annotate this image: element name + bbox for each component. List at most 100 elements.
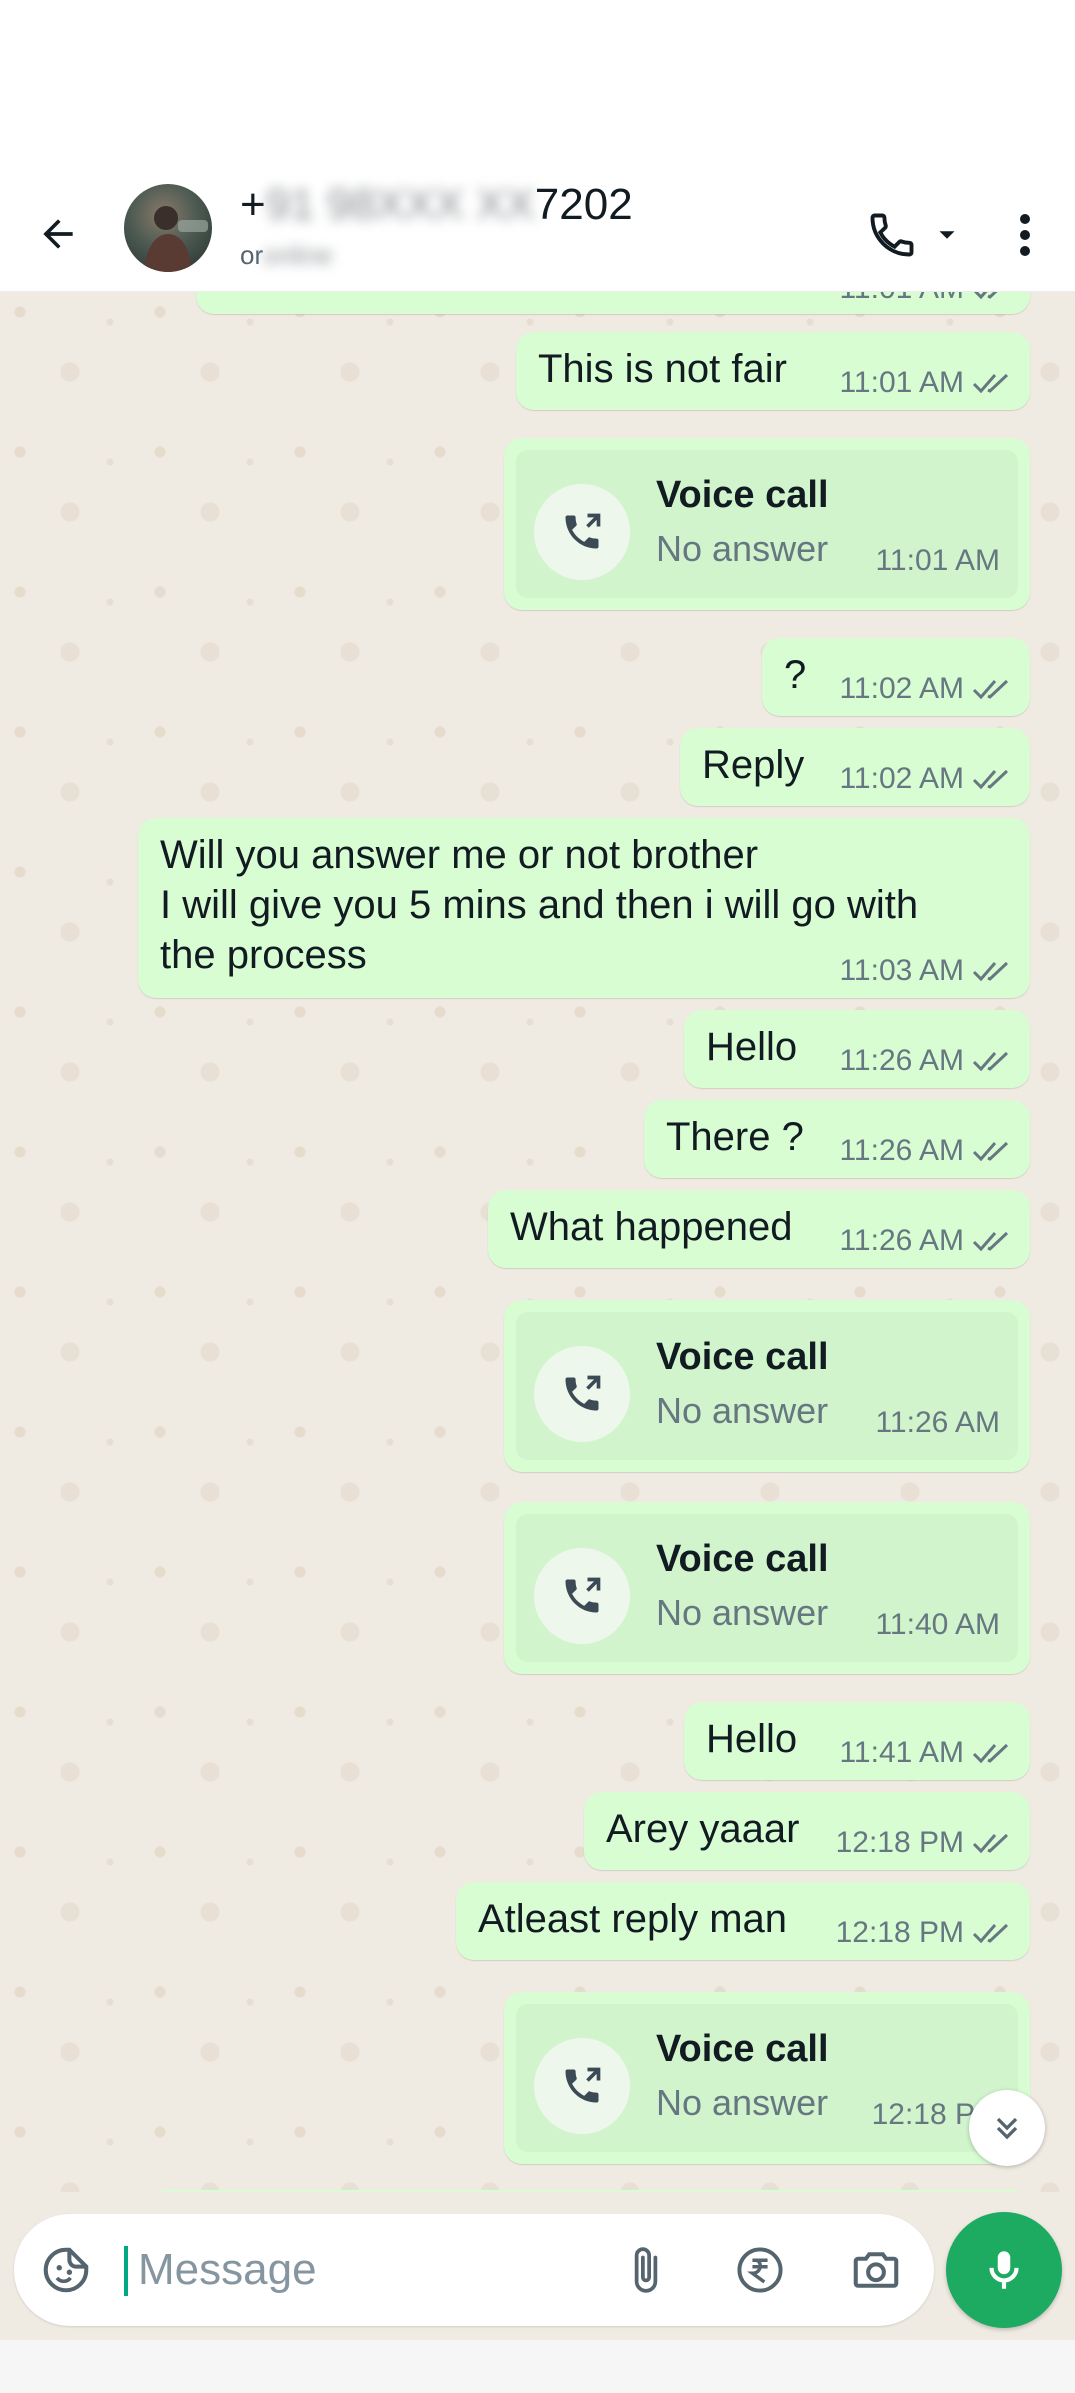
message-composer bbox=[0, 2192, 1075, 2340]
double-chevron-down-icon bbox=[996, 2117, 1018, 2140]
message-bubble[interactable]: This is not fair 11:01 AM bbox=[516, 332, 1030, 410]
status-bar bbox=[0, 0, 1075, 180]
contact-status: oronline bbox=[240, 240, 333, 270]
sticker-icon bbox=[43, 2247, 89, 2293]
phone-icon bbox=[870, 213, 914, 257]
missed-outgoing-call-icon bbox=[565, 513, 601, 549]
message-meta: 11:01 AM bbox=[839, 368, 1012, 398]
message-text: Arey yaaar bbox=[606, 1807, 800, 1851]
double-check-icon bbox=[972, 766, 1012, 792]
message-time: 11:26 AM bbox=[839, 1044, 964, 1077]
voice-call-bubble[interactable]: Voice call No answer 11:26 AM bbox=[504, 1300, 1030, 1472]
call-title: Voice call bbox=[656, 1538, 829, 1580]
message-time: 11:01 AM bbox=[839, 292, 964, 304]
message-meta: 11:26 AM bbox=[839, 1046, 1012, 1076]
more-vertical-icon bbox=[1020, 214, 1030, 256]
payment-button[interactable] bbox=[728, 2238, 792, 2302]
message-meta: 11:02 AM bbox=[839, 674, 1012, 704]
message-bubble[interactable]: What happened 11:26 AM bbox=[488, 1190, 1030, 1268]
camera-button[interactable] bbox=[844, 2238, 908, 2302]
message-input-bar bbox=[14, 2214, 934, 2326]
message-bubble[interactable]: Hello 11:41 AM bbox=[684, 1702, 1030, 1780]
paperclip-icon bbox=[634, 2247, 658, 2293]
double-check-icon bbox=[972, 1138, 1012, 1164]
message-time: 11:26 AM bbox=[839, 1134, 964, 1167]
call-title: Voice call bbox=[656, 474, 829, 516]
message-bubble[interactable]: There ? 11:26 AM bbox=[644, 1100, 1030, 1178]
double-check-icon bbox=[972, 1740, 1012, 1766]
double-check-icon bbox=[972, 676, 1012, 702]
caret-down-icon bbox=[939, 231, 955, 239]
more-options-button[interactable] bbox=[1000, 200, 1050, 270]
message-time: 11:02 AM bbox=[839, 672, 964, 705]
message-meta: 11:02 AM bbox=[839, 764, 1012, 794]
missed-outgoing-call-icon bbox=[565, 1577, 601, 1613]
message-time: 11:01 AM bbox=[875, 544, 1000, 577]
message-time: 11:26 AM bbox=[839, 1224, 964, 1257]
message-text: Reply bbox=[702, 743, 805, 787]
message-text: ? bbox=[784, 653, 807, 697]
message-text: This is not fair bbox=[538, 347, 787, 391]
message-meta: 11:26 AM bbox=[839, 1136, 1012, 1166]
system-navigation-bar bbox=[0, 2340, 1075, 2393]
message-text-line: I will give you 5 mins and then i will g… bbox=[160, 883, 919, 927]
message-meta: 12:18 PM bbox=[836, 1828, 1012, 1858]
call-title: Voice call bbox=[656, 2028, 829, 2070]
message-input[interactable] bbox=[138, 2236, 608, 2304]
double-check-icon bbox=[972, 1920, 1012, 1946]
avatar[interactable] bbox=[124, 184, 212, 272]
message-list[interactable]: 11:01 AM This is not fair 11:01 AM Voice… bbox=[0, 292, 1075, 2192]
missed-outgoing-call-icon bbox=[565, 2067, 601, 2103]
message-bubble[interactable]: Hello 11:26 AM bbox=[684, 1010, 1030, 1088]
call-icon-container bbox=[534, 484, 630, 580]
message-text: There ? bbox=[666, 1115, 804, 1159]
voice-call-button[interactable] bbox=[866, 200, 976, 270]
message-time: 12:18 PM bbox=[835, 1826, 964, 1859]
double-check-icon bbox=[972, 370, 1012, 396]
message-text: Hello bbox=[706, 1717, 798, 1761]
scroll-to-bottom-button[interactable] bbox=[969, 2090, 1045, 2166]
message-time: 11:02 AM bbox=[839, 762, 964, 795]
back-button[interactable] bbox=[28, 204, 88, 264]
contact-name[interactable]: +91 98XXX XX7202 bbox=[240, 180, 633, 230]
message-time: 11:03 AM bbox=[839, 954, 964, 987]
message-time: 11:01 AM bbox=[839, 366, 964, 399]
microphone-icon bbox=[989, 2251, 1019, 2289]
attach-button[interactable] bbox=[614, 2238, 678, 2302]
voice-call-bubble[interactable]: Voice call No answer 11:40 AM bbox=[504, 1502, 1030, 1674]
message-meta: 11:26 AM bbox=[839, 1226, 1012, 1256]
voice-call-bubble[interactable]: Voice call No answer 12:18 PM bbox=[504, 1992, 1030, 2164]
call-status: No answer bbox=[656, 528, 829, 569]
message-bubble[interactable]: Will you answer me or not brother I will… bbox=[138, 818, 1030, 998]
message-text: What happened bbox=[510, 1205, 793, 1249]
message-bubble[interactable]: Arey yaaar 12:18 PM bbox=[584, 1792, 1030, 1870]
double-check-icon bbox=[972, 1228, 1012, 1254]
message-time: 11:40 AM bbox=[875, 1608, 1000, 1641]
camera-icon bbox=[853, 2252, 899, 2288]
message-bubble[interactable]: Reply 11:02 AM bbox=[680, 728, 1030, 806]
text-cursor bbox=[124, 2246, 128, 2296]
sticker-button[interactable] bbox=[36, 2240, 96, 2300]
call-title: Voice call bbox=[656, 1336, 829, 1378]
voice-call-bubble[interactable]: Voice call No answer 11:01 AM bbox=[504, 438, 1030, 610]
arrow-left-icon bbox=[43, 219, 73, 249]
call-icon-container bbox=[534, 1346, 630, 1442]
message-text-line: Will you answer me or not brother bbox=[160, 833, 759, 877]
double-check-icon bbox=[972, 1830, 1012, 1856]
call-status: No answer bbox=[656, 2082, 829, 2123]
message-bubble[interactable]: ? 11:02 AM bbox=[762, 638, 1030, 716]
message-text: Atleast reply man bbox=[478, 1897, 788, 1941]
call-icon-container bbox=[534, 2038, 630, 2134]
message-time: 11:26 AM bbox=[875, 1406, 1000, 1439]
double-check-icon bbox=[972, 292, 1012, 302]
call-status: No answer bbox=[656, 1390, 829, 1431]
message-meta: 11:01 AM bbox=[839, 292, 1012, 304]
chat-header: +91 98XXX XX7202 oronline bbox=[0, 180, 1075, 292]
missed-outgoing-call-icon bbox=[565, 1375, 601, 1411]
rupee-icon bbox=[737, 2247, 783, 2293]
message-time: 11:41 AM bbox=[839, 1736, 964, 1769]
voice-message-button[interactable] bbox=[946, 2212, 1062, 2328]
message-bubble[interactable]: Atleast reply man 12:18 PM bbox=[456, 1882, 1030, 1960]
message-bubble-partial[interactable]: 11:01 AM bbox=[196, 292, 1030, 314]
double-check-icon bbox=[972, 1048, 1012, 1074]
